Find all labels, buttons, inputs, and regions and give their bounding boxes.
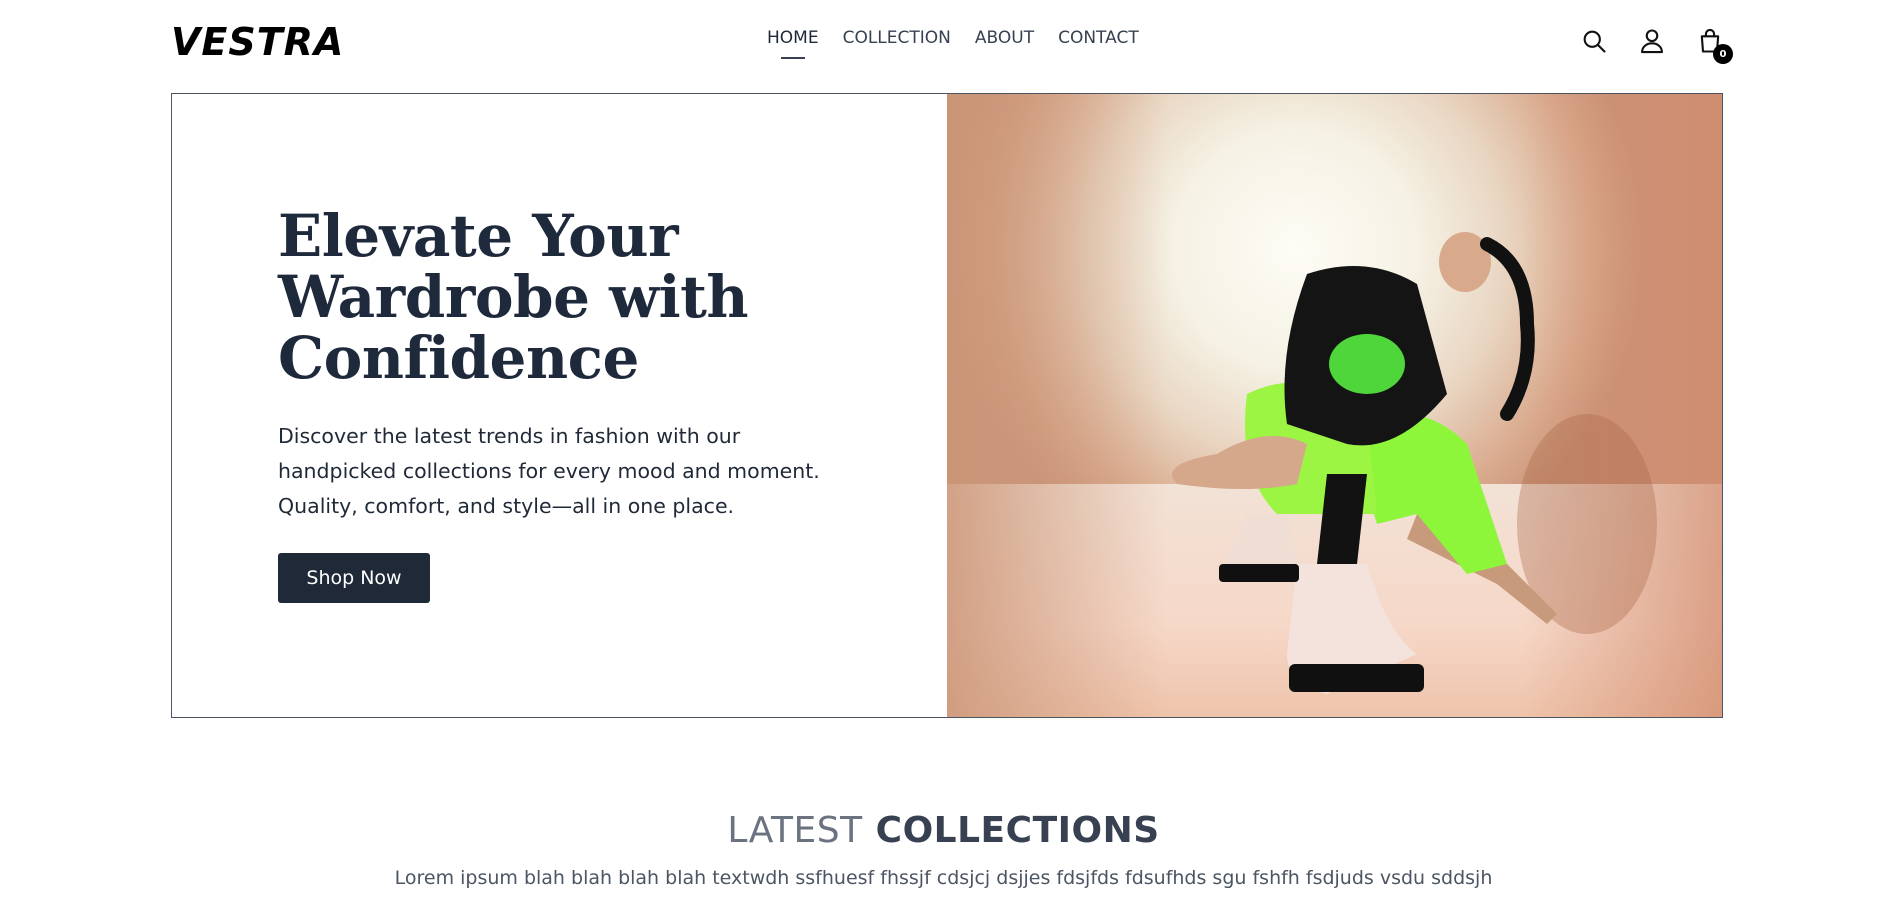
collections-subtitle: Lorem ipsum blah blah blah blah textwdh … xyxy=(394,867,1493,889)
model-illustration xyxy=(1172,232,1657,694)
header-icons: 0 xyxy=(1579,26,1733,64)
hero-title-line: Elevate Your xyxy=(278,202,679,270)
latest-collections-section: LATEST COLLECTIONS Lorem ipsum blah blah… xyxy=(0,810,1887,889)
hero-banner: Elevate Your Wardrobe with Confidence Di… xyxy=(171,93,1723,718)
cart-icon[interactable]: 0 xyxy=(1695,26,1733,64)
nav-about[interactable]: ABOUT xyxy=(975,28,1034,56)
collections-title: LATEST COLLECTIONS xyxy=(0,810,1887,851)
nav-contact[interactable]: CONTACT xyxy=(1058,28,1139,56)
hero-description-line: Quality, comfort, and style—all in one p… xyxy=(278,494,735,518)
hero-description-line: Discover the latest trends in fashion wi… xyxy=(278,424,741,448)
search-icon[interactable] xyxy=(1579,26,1609,56)
hero-title-line: Confidence xyxy=(278,324,639,392)
hero-image xyxy=(947,94,1722,717)
nav-collection[interactable]: COLLECTION xyxy=(843,28,951,56)
collections-title-bold: COLLECTIONS xyxy=(875,810,1160,851)
user-icon[interactable] xyxy=(1637,26,1667,56)
hero-text-panel: Elevate Your Wardrobe with Confidence Di… xyxy=(172,94,947,717)
site-header: VESTRA HOME COLLECTION ABOUT CONTACT 0 xyxy=(0,0,1887,86)
shop-now-button[interactable]: Shop Now xyxy=(278,553,430,603)
collections-title-light: LATEST xyxy=(727,810,863,851)
hero-description-line: handpicked collections for every mood an… xyxy=(278,459,820,483)
main-nav: HOME COLLECTION ABOUT CONTACT xyxy=(767,28,1139,56)
hero-description: Discover the latest trends in fashion wi… xyxy=(278,419,878,524)
site-logo[interactable]: VESTRA xyxy=(171,20,344,64)
cart-count-badge: 0 xyxy=(1713,44,1733,64)
nav-home[interactable]: HOME xyxy=(767,28,819,56)
hero-title: Elevate Your Wardrobe with Confidence xyxy=(278,206,838,389)
hero-title-line: Wardrobe with xyxy=(278,263,749,331)
